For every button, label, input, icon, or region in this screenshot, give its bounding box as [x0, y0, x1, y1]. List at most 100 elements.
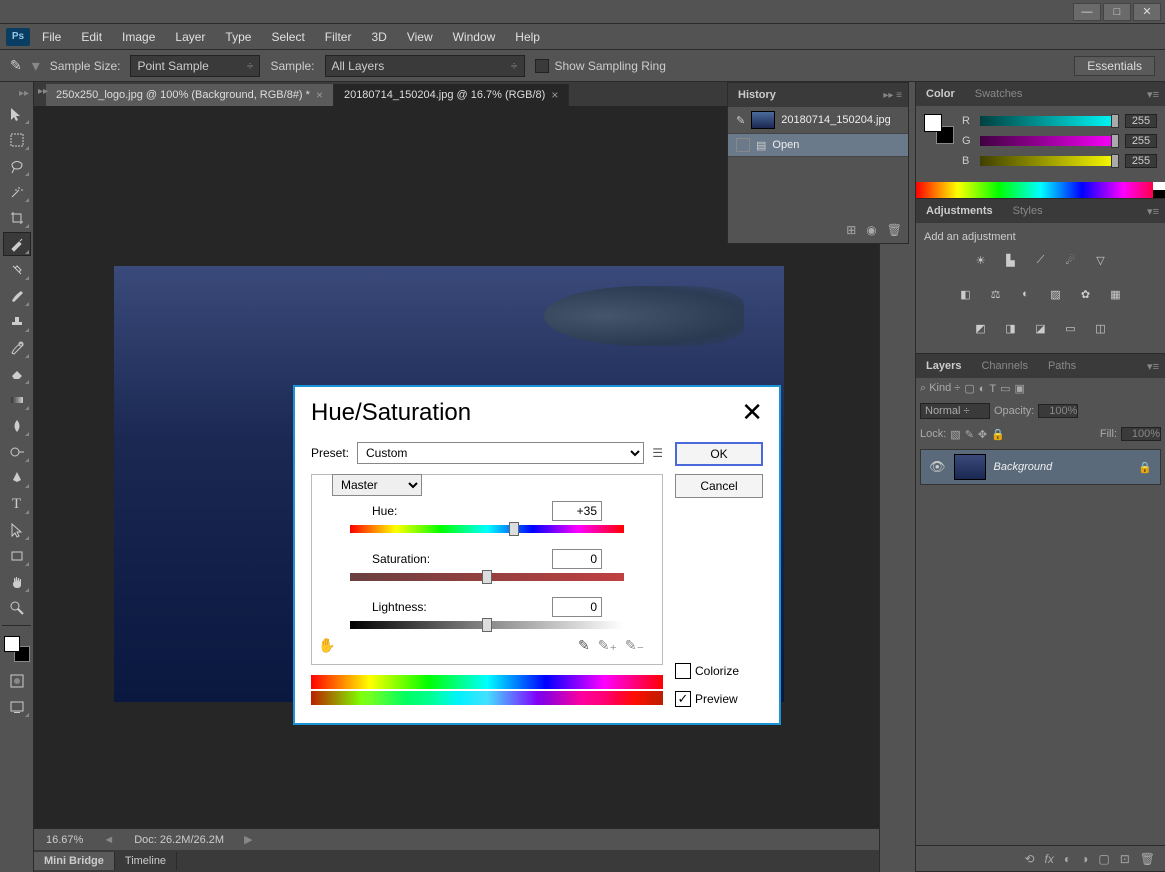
history-tab[interactable]: History: [728, 85, 786, 105]
menu-filter[interactable]: Filter: [317, 28, 360, 46]
close-button[interactable]: ✕: [1133, 3, 1161, 21]
blend-mode-select[interactable]: Normal ÷: [920, 403, 990, 419]
g-slider[interactable]: [980, 136, 1119, 146]
filter-shape-icon[interactable]: ▭: [1000, 382, 1010, 395]
tab-adjustments[interactable]: Adjustments: [916, 201, 1003, 221]
bw-icon[interactable]: ◐: [1016, 285, 1036, 303]
b-slider[interactable]: [980, 156, 1119, 166]
exposure-icon[interactable]: ☄: [1061, 251, 1081, 269]
history-snapshot[interactable]: ✎ 20180714_150204.jpg: [728, 107, 908, 134]
preview-checkbox[interactable]: ✓Preview: [675, 691, 763, 707]
new-document-icon[interactable]: ⊞: [846, 223, 856, 237]
maximize-button[interactable]: □: [1103, 3, 1131, 21]
panel-collapse-icon[interactable]: ▸▸ ≡: [883, 90, 902, 101]
marquee-tool[interactable]: [3, 128, 31, 152]
menu-window[interactable]: Window: [445, 28, 504, 46]
posterize-icon[interactable]: ◨: [1001, 319, 1021, 337]
stamp-tool[interactable]: [3, 310, 31, 334]
magic-wand-tool[interactable]: [3, 180, 31, 204]
visibility-icon[interactable]: 👁: [929, 459, 946, 475]
channel-select[interactable]: Master: [332, 474, 422, 496]
document-tab-2[interactable]: 20180714_150204.jpg @ 16.7% (RGB/8)×: [334, 84, 569, 106]
eraser-tool[interactable]: [3, 362, 31, 386]
threshold-icon[interactable]: ◪: [1031, 319, 1051, 337]
filter-pixel-icon[interactable]: ▢: [964, 382, 974, 395]
eyedropper-add-icon[interactable]: ✎₊: [598, 637, 617, 654]
preset-select[interactable]: Custom: [357, 442, 644, 464]
lock-all-icon[interactable]: 🔒: [991, 428, 1005, 441]
cancel-button[interactable]: Cancel: [675, 474, 763, 498]
selective-color-icon[interactable]: ◫: [1091, 319, 1111, 337]
shape-tool[interactable]: [3, 544, 31, 568]
photo-filter-icon[interactable]: ▨: [1046, 285, 1066, 303]
dialog-close-button[interactable]: ✕: [741, 397, 763, 428]
kind-filter[interactable]: ⌕ Kind ÷: [920, 382, 960, 395]
hand-icon[interactable]: ✋: [318, 637, 335, 654]
tab-expand-icon[interactable]: ▸▸: [36, 84, 50, 99]
eyedropper-tool[interactable]: [3, 232, 31, 256]
lock-transparency-icon[interactable]: ▧: [950, 428, 960, 441]
workspace-switcher[interactable]: Essentials: [1074, 56, 1155, 76]
hue-input[interactable]: [552, 501, 602, 521]
tab-layers[interactable]: Layers: [916, 356, 971, 376]
menu-help[interactable]: Help: [507, 28, 548, 46]
lock-paint-icon[interactable]: ✎: [965, 428, 974, 441]
link-layers-icon[interactable]: ⟲: [1024, 852, 1034, 866]
history-brush-tool[interactable]: [3, 336, 31, 360]
trash-icon[interactable]: 🗑: [887, 223, 902, 237]
document-size[interactable]: Doc: 26.2M/26.2M: [134, 834, 224, 846]
tab-timeline[interactable]: Timeline: [115, 852, 177, 870]
panel-menu-icon[interactable]: ▾≡: [1141, 360, 1165, 373]
colorize-checkbox[interactable]: Colorize: [675, 663, 763, 679]
menu-view[interactable]: View: [399, 28, 441, 46]
preset-menu-icon[interactable]: ☰: [652, 446, 663, 460]
palette-expand-icon[interactable]: ▸▸: [0, 86, 33, 101]
tab-paths[interactable]: Paths: [1038, 356, 1086, 376]
zoom-tool[interactable]: [3, 596, 31, 620]
delete-layer-icon[interactable]: 🗑: [1140, 852, 1155, 866]
fill-input[interactable]: [1121, 427, 1161, 441]
tab-swatches[interactable]: Swatches: [965, 84, 1033, 104]
b-value[interactable]: 255: [1125, 154, 1157, 168]
lookup-icon[interactable]: ▦: [1106, 285, 1126, 303]
hue-slider[interactable]: [350, 525, 624, 533]
menu-edit[interactable]: Edit: [73, 28, 110, 46]
levels-icon[interactable]: ▙: [1001, 251, 1021, 269]
eyedropper-icon[interactable]: ✎: [578, 637, 590, 654]
path-select-tool[interactable]: [3, 518, 31, 542]
brush-tool[interactable]: [3, 284, 31, 308]
new-group-icon[interactable]: ▢: [1098, 852, 1109, 866]
opacity-input[interactable]: [1038, 404, 1078, 418]
new-layer-icon[interactable]: ⊡: [1120, 852, 1130, 866]
menu-3d[interactable]: 3D: [363, 28, 394, 46]
new-adj-layer-icon[interactable]: ◑: [1081, 852, 1088, 866]
close-icon[interactable]: ×: [551, 88, 558, 102]
pen-tool[interactable]: [3, 466, 31, 490]
filter-adj-icon[interactable]: ◐: [979, 383, 986, 395]
history-step-open[interactable]: ▤ Open: [728, 134, 908, 157]
g-value[interactable]: 255: [1125, 134, 1157, 148]
r-value[interactable]: 255: [1125, 114, 1157, 128]
tab-color[interactable]: Color: [916, 84, 965, 104]
layer-background[interactable]: 👁 Background 🔒: [920, 449, 1161, 485]
hand-tool[interactable]: [3, 570, 31, 594]
tab-channels[interactable]: Channels: [971, 356, 1037, 376]
color-fg-bg[interactable]: [924, 114, 954, 144]
menu-image[interactable]: Image: [114, 28, 163, 46]
quick-mask-tool[interactable]: [3, 669, 31, 693]
lightness-slider[interactable]: [350, 621, 624, 629]
menu-select[interactable]: Select: [263, 28, 312, 46]
minimize-button[interactable]: —: [1073, 3, 1101, 21]
color-spectrum[interactable]: [916, 182, 1165, 198]
move-tool[interactable]: [3, 102, 31, 126]
filter-type-icon[interactable]: T: [989, 383, 996, 395]
close-icon[interactable]: ×: [316, 88, 323, 102]
gradient-tool[interactable]: [3, 388, 31, 412]
crop-tool[interactable]: [3, 206, 31, 230]
r-slider[interactable]: [980, 116, 1119, 126]
foreground-background-colors[interactable]: [4, 636, 30, 662]
invert-icon[interactable]: ◩: [971, 319, 991, 337]
sample-size-select[interactable]: Point Sample÷: [130, 55, 260, 77]
camera-icon[interactable]: ◉: [866, 223, 876, 237]
ok-button[interactable]: OK: [675, 442, 763, 466]
